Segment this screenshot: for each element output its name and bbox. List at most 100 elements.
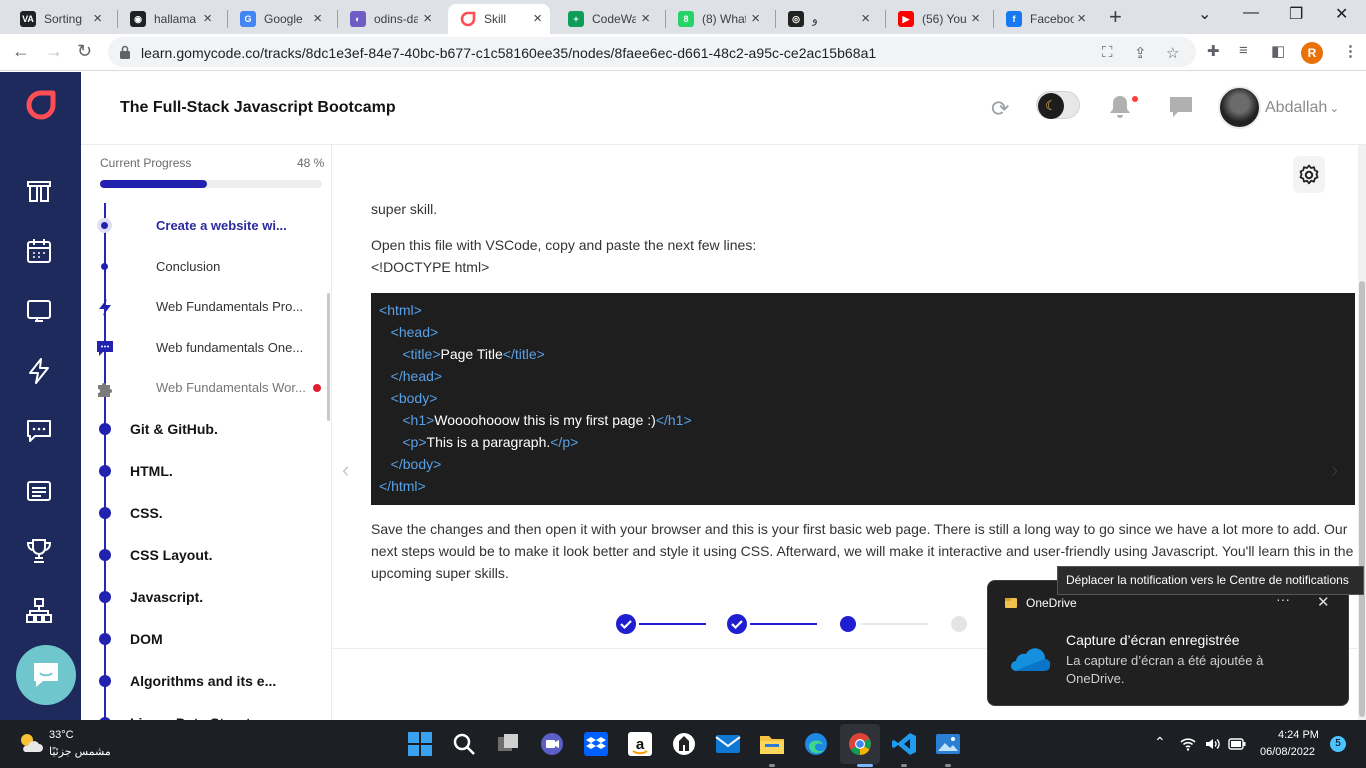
support-chat-button[interactable] <box>16 645 76 705</box>
sidebar-scrollbar[interactable] <box>327 293 330 421</box>
close-tab-icon[interactable]: × <box>533 11 542 27</box>
dropbox-icon[interactable] <box>583 731 609 757</box>
messages-icon[interactable] <box>1169 96 1193 118</box>
outline-section-item[interactable]: Git & GitHub. <box>130 421 218 437</box>
wifi-icon[interactable] <box>1180 737 1196 751</box>
browser-tab[interactable]: ◎ و × <box>776 4 878 34</box>
browser-tab[interactable]: ◉ hallama × <box>118 4 220 34</box>
document-icon[interactable] <box>26 478 52 504</box>
edge-icon[interactable] <box>803 731 829 757</box>
browser-profile-avatar[interactable]: R <box>1301 42 1323 64</box>
side-panel-icon[interactable]: ◧ <box>1271 42 1285 60</box>
close-tab-icon[interactable]: × <box>313 11 322 27</box>
dashboard-icon[interactable] <box>26 178 52 204</box>
outline-section-item[interactable]: Javascript. <box>130 589 203 605</box>
weather-temperature[interactable]: 33°C <box>49 729 74 741</box>
outline-section-item[interactable]: CSS. <box>130 505 163 521</box>
browser-tab[interactable]: G Google × <box>228 4 330 34</box>
close-tab-icon[interactable]: × <box>641 11 650 27</box>
user-avatar[interactable] <box>1218 86 1261 129</box>
next-arrow-icon[interactable]: › <box>1331 457 1338 483</box>
step-current[interactable] <box>840 616 856 632</box>
outline-section-item[interactable]: HTML. <box>130 463 173 479</box>
browser-menu-icon[interactable]: ⋮ <box>1343 42 1358 60</box>
extensions-icon[interactable]: ✚ <box>1207 42 1220 60</box>
media-control-icon[interactable]: ≡ <box>1239 42 1248 59</box>
close-tab-icon[interactable]: × <box>93 11 102 27</box>
translate-icon[interactable]: ⛶ <box>1102 44 1113 61</box>
user-menu[interactable]: Abdallah ⌄ <box>1265 99 1339 117</box>
outline-lesson-item[interactable]: Web Fundamentals Pro... <box>156 299 303 314</box>
dark-mode-toggle[interactable]: ☾ <box>1036 91 1080 119</box>
outline-lesson-item[interactable]: Conclusion <box>156 259 220 274</box>
onedrive-notification[interactable]: OneDrive ··· ✕ Capture d’écran enregistr… <box>987 580 1349 706</box>
trophy-icon[interactable] <box>26 538 52 564</box>
new-tab-icon[interactable]: + <box>1109 6 1122 28</box>
weather-description[interactable]: مشمس جزئيًا <box>49 745 111 758</box>
clock-date[interactable]: 06/08/2022 <box>1260 746 1315 758</box>
back-icon[interactable]: ← <box>12 40 30 62</box>
calendar-icon[interactable] <box>26 238 52 264</box>
outline-section-item[interactable]: CSS Layout. <box>130 547 212 563</box>
close-tab-icon[interactable]: × <box>751 11 760 27</box>
chat-icon[interactable] <box>26 418 52 444</box>
gomycode-logo[interactable] <box>26 90 56 120</box>
windows-start-icon[interactable] <box>407 731 433 757</box>
minimize-icon[interactable]: — <box>1243 4 1259 22</box>
task-view-icon[interactable] <box>495 731 521 757</box>
chrome-icon[interactable] <box>847 731 873 757</box>
tray-overflow-chevron-icon[interactable]: ⌃ <box>1154 734 1166 751</box>
step-todo[interactable] <box>951 616 967 632</box>
page-scrollbar[interactable] <box>1358 145 1366 720</box>
browser-tab[interactable]: 8 (8) What × <box>666 4 768 34</box>
amazon-icon[interactable]: a <box>627 731 653 757</box>
odin-app-icon[interactable] <box>671 731 697 757</box>
outline-section-item[interactable]: DOM <box>130 631 163 647</box>
outline-lesson-item[interactable]: Create a website wi... <box>156 218 287 233</box>
close-tab-icon[interactable]: × <box>861 11 870 27</box>
close-tab-icon[interactable]: × <box>1077 11 1086 27</box>
notification-center-badge[interactable]: 5 <box>1330 736 1346 752</box>
close-window-icon[interactable]: ✕ <box>1335 4 1348 24</box>
previous-arrow-icon[interactable]: ‹ <box>342 457 349 483</box>
vscode-icon[interactable] <box>891 731 917 757</box>
bookmark-star-icon[interactable]: ☆ <box>1166 44 1179 62</box>
browser-tab[interactable]: ◐ odins-da × <box>338 4 440 34</box>
maximize-icon[interactable]: ❐ <box>1289 4 1303 24</box>
code-open: < <box>402 434 411 450</box>
mail-icon[interactable] <box>715 731 741 757</box>
step-done[interactable] <box>727 614 747 634</box>
reload-icon[interactable]: ↻ <box>77 40 92 62</box>
browser-tab[interactable]: VA Sorting × <box>8 4 110 34</box>
browser-tab[interactable]: Skill × <box>448 4 550 34</box>
refresh-icon[interactable]: ⟳ <box>991 96 1009 122</box>
bolt-icon[interactable] <box>26 358 52 384</box>
browser-tab[interactable]: ▶ (56) You × <box>886 4 988 34</box>
browser-tab[interactable]: + CodeWa × <box>556 4 658 34</box>
outline-section-item[interactable]: Algorithms and its e... <box>130 673 276 689</box>
teams-chat-icon[interactable] <box>539 731 565 757</box>
address-bar[interactable]: learn.gomycode.co/tracks/8dc1e3ef-84e7-4… <box>108 37 1196 67</box>
search-icon[interactable] <box>451 731 477 757</box>
battery-icon[interactable] <box>1228 738 1246 750</box>
clock-time[interactable]: 4:24 PM <box>1278 729 1319 741</box>
close-tab-icon[interactable]: × <box>423 11 432 27</box>
file-explorer-icon[interactable] <box>759 731 785 757</box>
photos-icon[interactable] <box>935 731 961 757</box>
volume-icon[interactable] <box>1205 737 1221 751</box>
share-icon[interactable]: ⇪ <box>1134 44 1147 62</box>
laptop-icon[interactable] <box>26 298 52 324</box>
tab-search-icon[interactable]: ⌄ <box>1198 4 1211 24</box>
browser-tab[interactable]: f Faceboo × <box>994 4 1094 34</box>
step-done[interactable] <box>616 614 636 634</box>
settings-button[interactable] <box>1293 156 1325 193</box>
close-tab-icon[interactable]: × <box>971 11 980 27</box>
close-tab-icon[interactable]: × <box>203 11 212 27</box>
outline-lesson-item[interactable]: Web Fundamentals Wor... <box>156 380 306 395</box>
forward-icon[interactable]: → <box>45 40 63 62</box>
page-scrollbar-thumb[interactable] <box>1359 281 1365 717</box>
notification-bell-icon[interactable] <box>1109 94 1131 118</box>
org-chart-icon[interactable] <box>26 598 52 624</box>
outline-lesson-item[interactable]: Web fundamentals One... <box>156 340 303 355</box>
notification-close-icon[interactable]: ✕ <box>1317 593 1330 611</box>
